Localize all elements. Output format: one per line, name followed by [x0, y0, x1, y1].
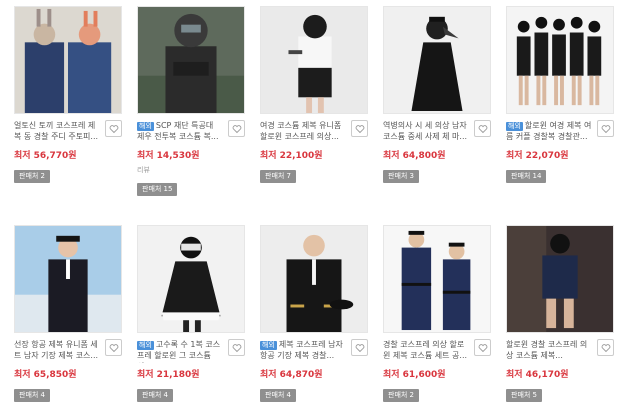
heart-icon[interactable] — [597, 120, 614, 137]
product-title[interactable]: 할로윈 경찰 코스프레 의상 코스튬 제복... — [506, 339, 592, 363]
product-card[interactable]: 얼토신 토끼 코스프레 제복 동 경찰 주디 주토피... 최저 56,770원 … — [14, 6, 122, 183]
product-card[interactable]: 경찰 코스프레 의상 할로윈 제복 코스튬 세트 공... 최저 61,600원 … — [383, 225, 491, 402]
product-image[interactable] — [137, 6, 245, 114]
heart-icon[interactable] — [597, 339, 614, 356]
product-image[interactable] — [383, 225, 491, 333]
product-card[interactable]: 해외 할로윈 여경 제복 여름 커플 경찰복 경찰관... 최저 22,070원 판… — [506, 6, 614, 183]
seller-count-button[interactable]: 판매처 14 — [506, 170, 547, 183]
overseas-badge: 해외 — [137, 341, 154, 350]
product-price: 최저 64,870원 — [260, 370, 323, 380]
product-title[interactable]: 여경 코스튬 제복 유니폼 할로윈 코스프레 의상... — [260, 120, 346, 144]
product-price: 최저 56,770원 — [14, 151, 77, 161]
heart-icon[interactable] — [351, 120, 368, 137]
seller-count-button[interactable]: 판매처 4 — [137, 389, 173, 402]
product-title[interactable]: 해외고수록 수 1복 코스프레 할로윈 그 코스튬 의... — [137, 339, 223, 363]
heart-icon[interactable] — [351, 339, 368, 356]
product-title[interactable]: 경찰 코스프레 의상 할로윈 제복 코스튬 세트 공... — [383, 339, 469, 363]
product-card[interactable]: 역병의사 시 세 의상 남자코스튬 중세 사제 체 마... 최저 64,800원… — [383, 6, 491, 183]
product-price: 최저 61,600원 — [383, 370, 446, 380]
product-price: 최저 46,170원 — [506, 370, 569, 380]
product-card[interactable]: 해외 SCP 재단 특공대 제우 전투복 코스튬 복... 최저 14,530원 리… — [137, 6, 245, 196]
review-link[interactable]: 리뷰 — [137, 165, 245, 176]
product-card[interactable]: 해외고수록 수 1복 코스프레 할로윈 그 코스튬 의... 최저21,180원… — [137, 225, 245, 402]
product-image[interactable] — [137, 225, 245, 333]
product-card[interactable]: 여경 코스튬 제복 유니폼 할로윈 코스프레 의상... 최저 22,100원 판… — [260, 6, 368, 183]
product-title[interactable]: 해외 할로윈 여경 제복 여름 커플 경찰복 경찰관... — [506, 120, 592, 144]
product-price: 최저 22,070원 — [506, 151, 569, 161]
product-title[interactable]: 해외 제복 코스프레 남자 항공 기장 제복 경찰... — [260, 339, 346, 363]
product-title[interactable]: 선장 항공 제복 유니폼 세트 남자 기장 제복 코스... — [14, 339, 100, 363]
overseas-badge: 해외 — [260, 341, 277, 350]
seller-count-button[interactable]: 판매처 4 — [260, 389, 296, 402]
seller-count-button[interactable]: 판매처 2 — [14, 170, 50, 183]
product-title[interactable]: 역병의사 시 세 의상 남자코스튬 중세 사제 체 마... — [383, 120, 469, 144]
product-image[interactable] — [506, 6, 614, 114]
product-price: 최저 21,180원 — [137, 370, 200, 380]
seller-count-button[interactable]: 판매처 7 — [260, 170, 296, 183]
product-image[interactable] — [14, 225, 122, 333]
seller-count-button[interactable]: 판매처 4 — [14, 389, 50, 402]
product-price: 최저 14,530원 — [137, 151, 200, 161]
heart-icon[interactable] — [474, 339, 491, 356]
product-image[interactable] — [383, 6, 491, 114]
product-image[interactable] — [260, 6, 368, 114]
heart-icon[interactable] — [105, 339, 122, 356]
product-image[interactable] — [260, 225, 368, 333]
product-card[interactable]: 할로윈 경찰 코스프레 의상 코스튬 제복... 최저 46,170원 판매처 5 — [506, 225, 614, 402]
product-card[interactable]: 해외 제복 코스프레 남자 항공 기장 제복 경찰... 최저 64,870원 판매… — [260, 225, 368, 402]
overseas-badge: 해외 — [137, 122, 154, 131]
product-image[interactable] — [14, 6, 122, 114]
product-title[interactable]: 얼토신 토끼 코스프레 제복 동 경찰 주디 주토피... — [14, 120, 100, 144]
seller-count-button[interactable]: 판매처 5 — [506, 389, 542, 402]
seller-count-button[interactable]: 판매처 2 — [383, 389, 419, 402]
product-price: 최저 65,850원 — [14, 370, 77, 380]
overseas-badge: 해외 — [506, 122, 523, 131]
heart-icon[interactable] — [105, 120, 122, 137]
product-image[interactable] — [506, 225, 614, 333]
product-card[interactable]: 선장 항공 제복 유니폼 세트 남자 기장 제복 코스... 최저 65,850원… — [14, 225, 122, 402]
product-price: 최저 64,800원 — [383, 151, 446, 161]
seller-count-button[interactable]: 판매처 15 — [137, 183, 178, 196]
product-title[interactable]: 해외 SCP 재단 특공대 제우 전투복 코스튬 복... — [137, 120, 223, 144]
seller-count-button[interactable]: 판매처 3 — [383, 170, 419, 183]
heart-icon[interactable] — [228, 339, 245, 356]
heart-icon[interactable] — [228, 120, 245, 137]
heart-icon[interactable] — [474, 120, 491, 137]
product-price: 최저 22,100원 — [260, 151, 323, 161]
